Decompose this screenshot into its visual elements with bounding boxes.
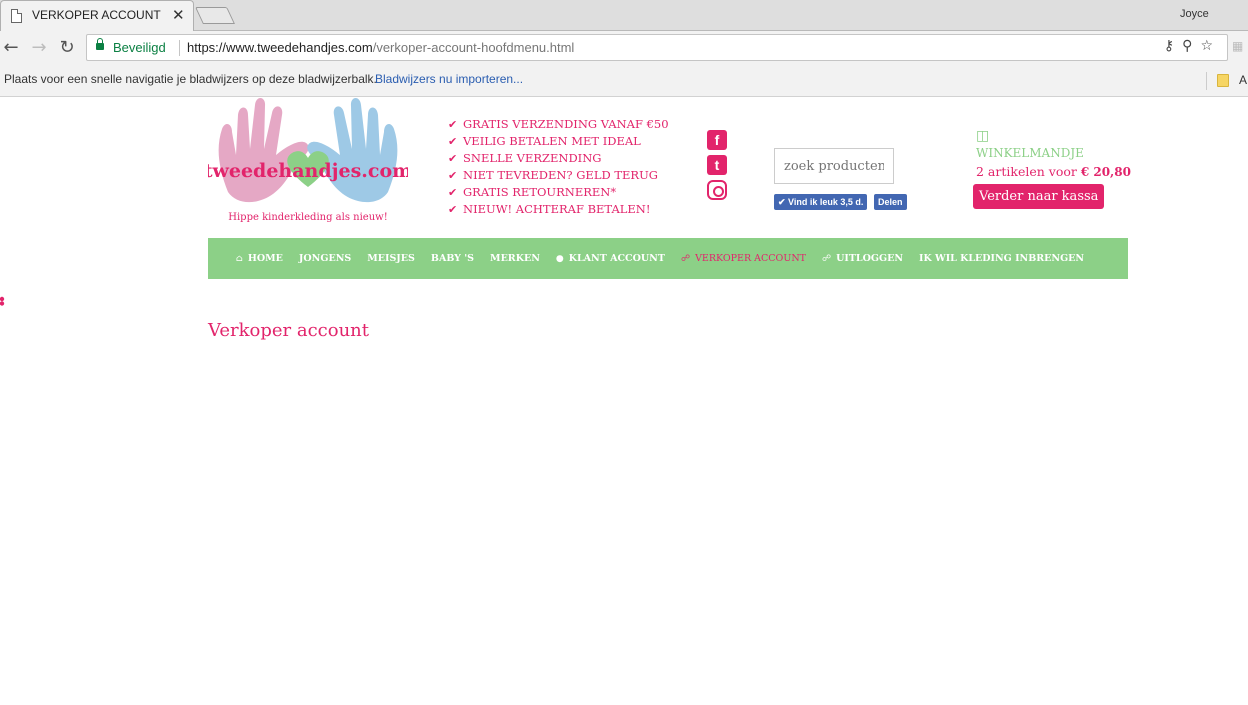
check-icon: ✔ [448, 186, 458, 199]
secure-label[interactable]: Beveiligd [113, 40, 166, 55]
check-icon: ✔ [448, 169, 458, 182]
nav-item-meisjes[interactable]: MEISJES [367, 253, 415, 264]
user-icon: ● [555, 253, 564, 264]
main-navigation: ⌂ HOME JONGENS MEISJES BABY 'S MERKEN ● KL… [208, 238, 1128, 279]
tab-title: VERKOPER ACCOUNT [32, 8, 161, 22]
back-arrow-icon[interactable]: ← [0, 37, 22, 59]
page-title: Verkoper account [208, 320, 369, 341]
bookmarks-bar: Plaats voor een snelle navigatie je blad… [0, 65, 1248, 97]
nav-label: BABY 'S [430, 253, 475, 264]
url-host: https://www.tweedehandjes.com [187, 40, 373, 55]
usp-item: ✔ NIEUW! ACHTERAF BETALEN! [448, 201, 669, 218]
page-icon [11, 9, 22, 23]
facebook-icon[interactable]: f [707, 130, 727, 150]
facebook-share-button[interactable]: Delen [874, 194, 907, 210]
browser-tab[interactable]: VERKOPER ACCOUNT ✕ [0, 0, 194, 31]
nav-item-merken[interactable]: MERKEN [490, 253, 540, 264]
nav-label: MERKEN [490, 253, 540, 264]
facebook-like-button[interactable]: ✔ Vind ik leuk 3,5 d. [774, 194, 868, 210]
logo-text: tweedehandjes.com [208, 160, 408, 182]
hands-logo-icon: tweedehandjes.com Hippe kinderkleding al… [204, 97, 412, 223]
omnibox-actions: ⚷⚲☆ [1164, 38, 1221, 54]
usp-text: GRATIS RETOURNEREN* [463, 185, 617, 199]
address-bar[interactable]: Beveiligd https://www.tweedehandjes.com/… [86, 34, 1228, 61]
reload-icon[interactable]: ↻ [56, 37, 78, 59]
social-links: f t [707, 130, 727, 205]
usp-text: NIET TEVREDEN? GELD TERUG [463, 168, 658, 182]
basket-title[interactable]: WINKELMANDJE [976, 146, 1084, 160]
check-icon: ✔ [448, 135, 458, 148]
usp-list: ✔ GRATIS VERZENDING VANAF €50 ✔ VEILIG BET… [448, 116, 669, 218]
usp-item: ✔ NIET TEVREDEN? GELD TERUG [448, 167, 669, 184]
new-tab-button[interactable] [195, 7, 235, 24]
forward-arrow-icon[interactable]: → [28, 37, 50, 59]
check-icon: ✔ [448, 118, 458, 131]
usp-text: GRATIS VERZENDING VANAF €50 [463, 117, 669, 131]
url-text[interactable]: https://www.tweedehandjes.com/verkoper-a… [187, 40, 574, 55]
basket-icon[interactable]: ◫ [976, 128, 989, 144]
nav-label: HOME [247, 253, 283, 264]
usp-item: ✔ GRATIS RETOURNEREN* [448, 184, 669, 201]
nav-item-klant-account[interactable]: ● KLANT ACCOUNT [556, 253, 665, 264]
secure-lock-icon [96, 38, 104, 50]
key-icon[interactable]: ⚷ [1164, 38, 1182, 54]
nav-item-verkoper-account[interactable]: ☍ VERKOPER ACCOUNT [681, 253, 806, 264]
nav-item-kleding-inbrengen[interactable]: IK WIL KLEDING INBRENGEN [919, 253, 1084, 264]
basket-count: 2 artikelen voor [976, 164, 1081, 179]
site-logo[interactable]: tweedehandjes.com Hippe kinderkleding al… [204, 97, 412, 227]
url-path: /verkoper-account-hoofdmenu.html [372, 40, 575, 55]
usp-item: ✔ SNELLE VERZENDING [448, 150, 669, 167]
check-icon: ✔ [448, 203, 458, 216]
nav-label: MEISJES [367, 253, 415, 264]
nav-item-uitloggen[interactable]: ☍ UITLOGGEN [822, 253, 903, 264]
unlock-icon: ☍ [821, 253, 832, 264]
extension-icon[interactable]: ▦ [1232, 39, 1243, 53]
side-tab-icon[interactable] [0, 296, 5, 306]
nav-label: UITLOGGEN [836, 253, 904, 264]
import-bookmarks-link[interactable]: Bladwijzers nu importeren... [375, 72, 523, 86]
lock-icon: ☍ [680, 253, 691, 264]
folder-icon[interactable] [1217, 74, 1229, 87]
usp-item: ✔ GRATIS VERZENDING VANAF €50 [448, 116, 669, 133]
check-icon: ✔ [448, 152, 458, 165]
usp-text: NIEUW! ACHTERAF BETALEN! [463, 202, 651, 216]
usp-item: ✔ VEILIG BETALEN MET IDEAL [448, 133, 669, 150]
nav-label: JONGENS [298, 253, 352, 264]
zoom-icon[interactable]: ⚲ [1182, 38, 1200, 54]
home-icon: ⌂ [236, 253, 243, 264]
basket-price: € 20,80 [1080, 165, 1131, 179]
tab-strip: VERKOPER ACCOUNT ✕ Joyce [0, 0, 1248, 31]
star-icon[interactable]: ☆ [1200, 38, 1221, 54]
close-tab-icon[interactable]: ✕ [172, 6, 185, 24]
nav-label: VERKOPER ACCOUNT [695, 253, 806, 264]
nav-item-home[interactable]: ⌂ HOME [236, 253, 283, 264]
other-bookmarks[interactable]: A [1239, 73, 1247, 87]
nav-item-jongens[interactable]: JONGENS [299, 253, 351, 264]
usp-text: SNELLE VERZENDING [463, 151, 602, 165]
search-input[interactable] [774, 148, 894, 184]
nav-label: IK WIL KLEDING INBRENGEN [919, 253, 1085, 264]
usp-text: VEILIG BETALEN MET IDEAL [463, 134, 641, 148]
bookmarks-hint: Plaats voor een snelle navigatie je blad… [4, 72, 377, 86]
browser-toolbar: ← → ↻ Beveiligd https://www.tweedehandje… [0, 31, 1248, 65]
profile-name[interactable]: Joyce [1180, 8, 1209, 20]
twitter-icon[interactable]: t [707, 155, 727, 175]
nav-item-babys[interactable]: BABY 'S [431, 253, 474, 264]
checkout-button[interactable]: Verder naar kassa [973, 184, 1105, 209]
address-separator [179, 40, 180, 56]
logo-tagline: Hippe kinderkleding als nieuw! [228, 212, 387, 223]
nav-label: KLANT ACCOUNT [568, 253, 665, 264]
instagram-icon[interactable] [707, 180, 727, 200]
basket-summary: 2 artikelen voor € 20,80 [976, 164, 1131, 179]
window-controls [1216, 0, 1248, 31]
bookmarks-separator [1206, 72, 1207, 90]
